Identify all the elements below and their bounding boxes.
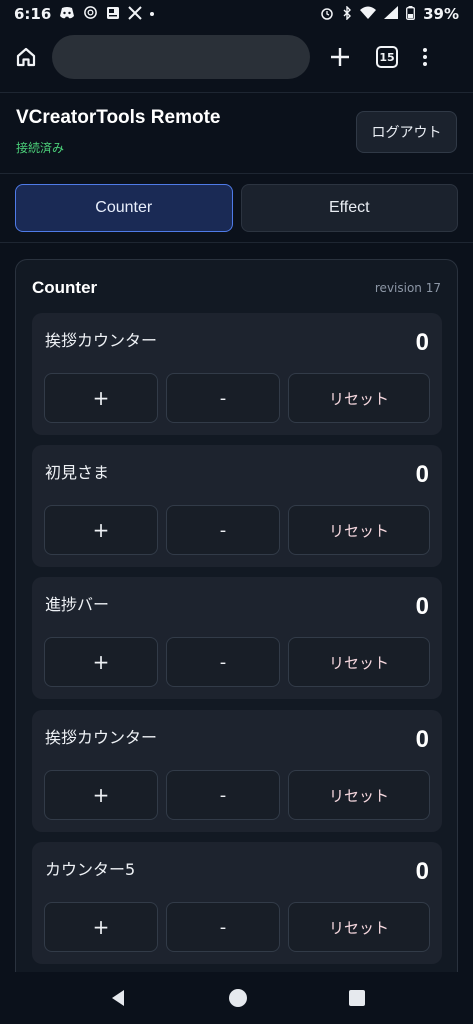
tab-counter[interactable]: Counter bbox=[15, 184, 233, 232]
status-left: 6:16 bbox=[14, 5, 155, 23]
increment-button[interactable]: + bbox=[44, 770, 158, 820]
counter-button-row: + - リセット bbox=[44, 505, 430, 555]
logout-button[interactable]: ログアウト bbox=[356, 111, 457, 153]
counter-button-row: + - リセット bbox=[44, 373, 430, 423]
wifi-icon bbox=[360, 6, 377, 22]
increment-button[interactable]: + bbox=[44, 373, 158, 423]
counter-card: 挨拶カウンター 0 + - リセット bbox=[32, 710, 442, 832]
reset-button[interactable]: リセット bbox=[288, 373, 430, 423]
counter-card: 初見さま 0 + - リセット bbox=[32, 445, 442, 567]
counter-value: 0 bbox=[415, 461, 429, 488]
plus-icon bbox=[331, 48, 349, 66]
increment-button[interactable]: + bbox=[44, 505, 158, 555]
app-header: VCreatorTools Remote 接続済み ログアウト bbox=[0, 92, 473, 174]
status-right: 39% bbox=[320, 4, 459, 23]
battery-percentage: 39% bbox=[423, 5, 459, 23]
home-icon bbox=[16, 47, 36, 67]
decrement-button[interactable]: - bbox=[166, 505, 280, 555]
x-icon bbox=[128, 5, 143, 23]
counter-name: 進捗バー bbox=[45, 595, 110, 614]
reset-button[interactable]: リセット bbox=[288, 770, 430, 820]
browser-menu-button[interactable] bbox=[420, 45, 430, 69]
counter-panel: Counter revision 17 挨拶カウンター 0 + - リセット 初… bbox=[15, 259, 458, 989]
counter-button-row: + - リセット bbox=[44, 902, 430, 952]
reset-button[interactable]: リセット bbox=[288, 505, 430, 555]
system-nav-bar bbox=[0, 972, 473, 1024]
new-tab-button[interactable] bbox=[326, 43, 354, 71]
status-time: 6:16 bbox=[14, 5, 52, 23]
counter-name: 初見さま bbox=[45, 463, 110, 482]
back-icon[interactable] bbox=[108, 988, 128, 1008]
panel-title: Counter bbox=[32, 278, 98, 297]
counter-value: 0 bbox=[415, 726, 429, 753]
counter-value: 0 bbox=[415, 329, 429, 356]
counter-name: 挨拶カウンター bbox=[45, 331, 158, 350]
more-notifications-dot bbox=[150, 12, 155, 16]
counter-card: 進捗バー 0 + - リセット bbox=[32, 577, 442, 699]
connection-status: 接続済み bbox=[16, 141, 65, 155]
divider bbox=[0, 242, 473, 243]
home-button[interactable] bbox=[12, 43, 40, 71]
menu-dot-icon bbox=[423, 62, 427, 66]
reset-button[interactable]: リセット bbox=[288, 902, 430, 952]
decrement-button[interactable]: - bbox=[166, 637, 280, 687]
home-circle-icon[interactable] bbox=[228, 988, 248, 1008]
counter-name: カウンター5 bbox=[45, 860, 136, 879]
app-title: VCreatorTools Remote bbox=[16, 107, 221, 128]
counter-card: 挨拶カウンター 0 + - リセット bbox=[32, 313, 442, 435]
decrement-button[interactable]: - bbox=[166, 902, 280, 952]
main-tabs: Counter Effect bbox=[15, 184, 458, 232]
counter-name: 挨拶カウンター bbox=[45, 728, 158, 747]
panel-revision: revision 17 bbox=[374, 281, 441, 295]
tab-count: 15 bbox=[379, 50, 395, 64]
address-bar[interactable] bbox=[52, 35, 310, 79]
battery-icon bbox=[406, 5, 416, 23]
counter-value: 0 bbox=[415, 858, 429, 885]
reset-button[interactable]: リセット bbox=[288, 637, 430, 687]
alarm-icon bbox=[320, 6, 334, 23]
decrement-button[interactable]: - bbox=[166, 373, 280, 423]
counter-card: カウンター5 0 + - リセット bbox=[32, 842, 442, 964]
counter-button-row: + - リセット bbox=[44, 770, 430, 820]
tab-switcher-button[interactable]: 15 bbox=[376, 46, 398, 68]
bluetooth-icon bbox=[342, 4, 352, 23]
chatgpt-icon bbox=[83, 5, 98, 23]
increment-button[interactable]: + bbox=[44, 637, 158, 687]
counter-value: 0 bbox=[415, 593, 429, 620]
tab-effect[interactable]: Effect bbox=[240, 184, 458, 232]
decrement-button[interactable]: - bbox=[166, 770, 280, 820]
news-icon bbox=[106, 6, 120, 23]
counter-button-row: + - リセット bbox=[44, 637, 430, 687]
signal-icon bbox=[384, 6, 399, 22]
status-bar: 6:16 39% bbox=[0, 0, 473, 28]
discord-icon bbox=[59, 6, 75, 22]
recents-icon[interactable] bbox=[348, 989, 366, 1007]
menu-dot-icon bbox=[423, 55, 427, 59]
browser-toolbar: 15 bbox=[0, 28, 473, 86]
menu-dot-icon bbox=[423, 48, 427, 52]
increment-button[interactable]: + bbox=[44, 902, 158, 952]
